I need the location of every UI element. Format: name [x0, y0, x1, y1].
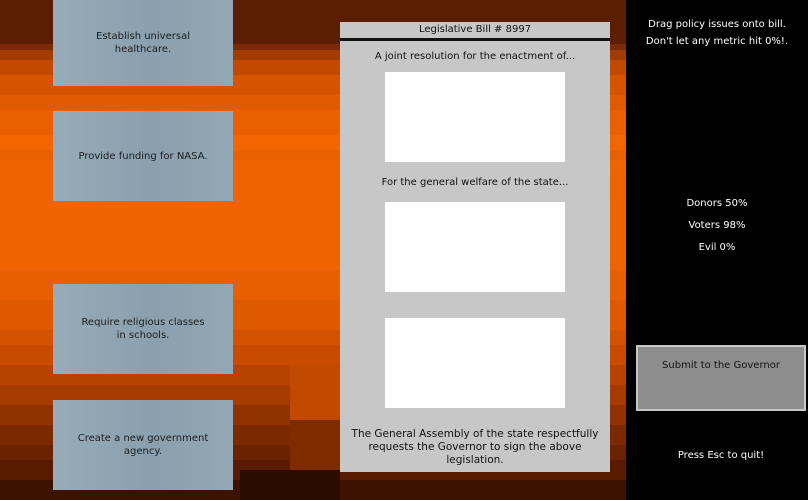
policy-slot-3[interactable]	[385, 318, 565, 408]
metric-donors: Donors 50%	[686, 198, 748, 209]
bill-welfare-text: For the general welfare of the state...	[381, 177, 569, 188]
policy-slot-1[interactable]	[385, 72, 565, 162]
policy-card-religious-classes[interactable]: Require religious classes in schools.	[53, 284, 233, 374]
sidebar: Drag policy issues onto bill. Don't let …	[626, 0, 808, 500]
metric-evil: Evil 0%	[698, 242, 736, 253]
legislative-bill: Legislative Bill # 8997 A joint resoluti…	[340, 22, 610, 472]
policy-card-healthcare[interactable]: Establish universal healthcare.	[53, 0, 233, 86]
play-area: Establish universal healthcare. Provide …	[0, 0, 626, 500]
background-stripe	[240, 470, 340, 500]
submit-to-governor-button[interactable]: Submit to the Governor	[636, 345, 806, 411]
bill-closing-line-1: The General Assembly of the state respec…	[351, 428, 599, 440]
policy-card-government-agency[interactable]: Create a new government agency.	[53, 400, 233, 490]
bill-closing-line-2: requests the Governor to sign the above …	[368, 441, 582, 466]
policy-card-nasa[interactable]: Provide funding for NASA.	[53, 111, 233, 201]
policy-slot-2[interactable]	[385, 202, 565, 292]
instructions-text: Drag policy issues onto bill. Don't let …	[645, 19, 789, 47]
bill-preamble: A joint resolution for the enactment of.…	[374, 51, 576, 62]
background-stripe	[290, 420, 340, 470]
metric-voters: Voters 98%	[688, 220, 746, 231]
quit-hint: Press Esc to quit!	[677, 450, 765, 461]
bill-title: Legislative Bill # 8997	[418, 24, 532, 35]
background-stripe	[290, 365, 340, 420]
bill-divider	[340, 38, 610, 41]
